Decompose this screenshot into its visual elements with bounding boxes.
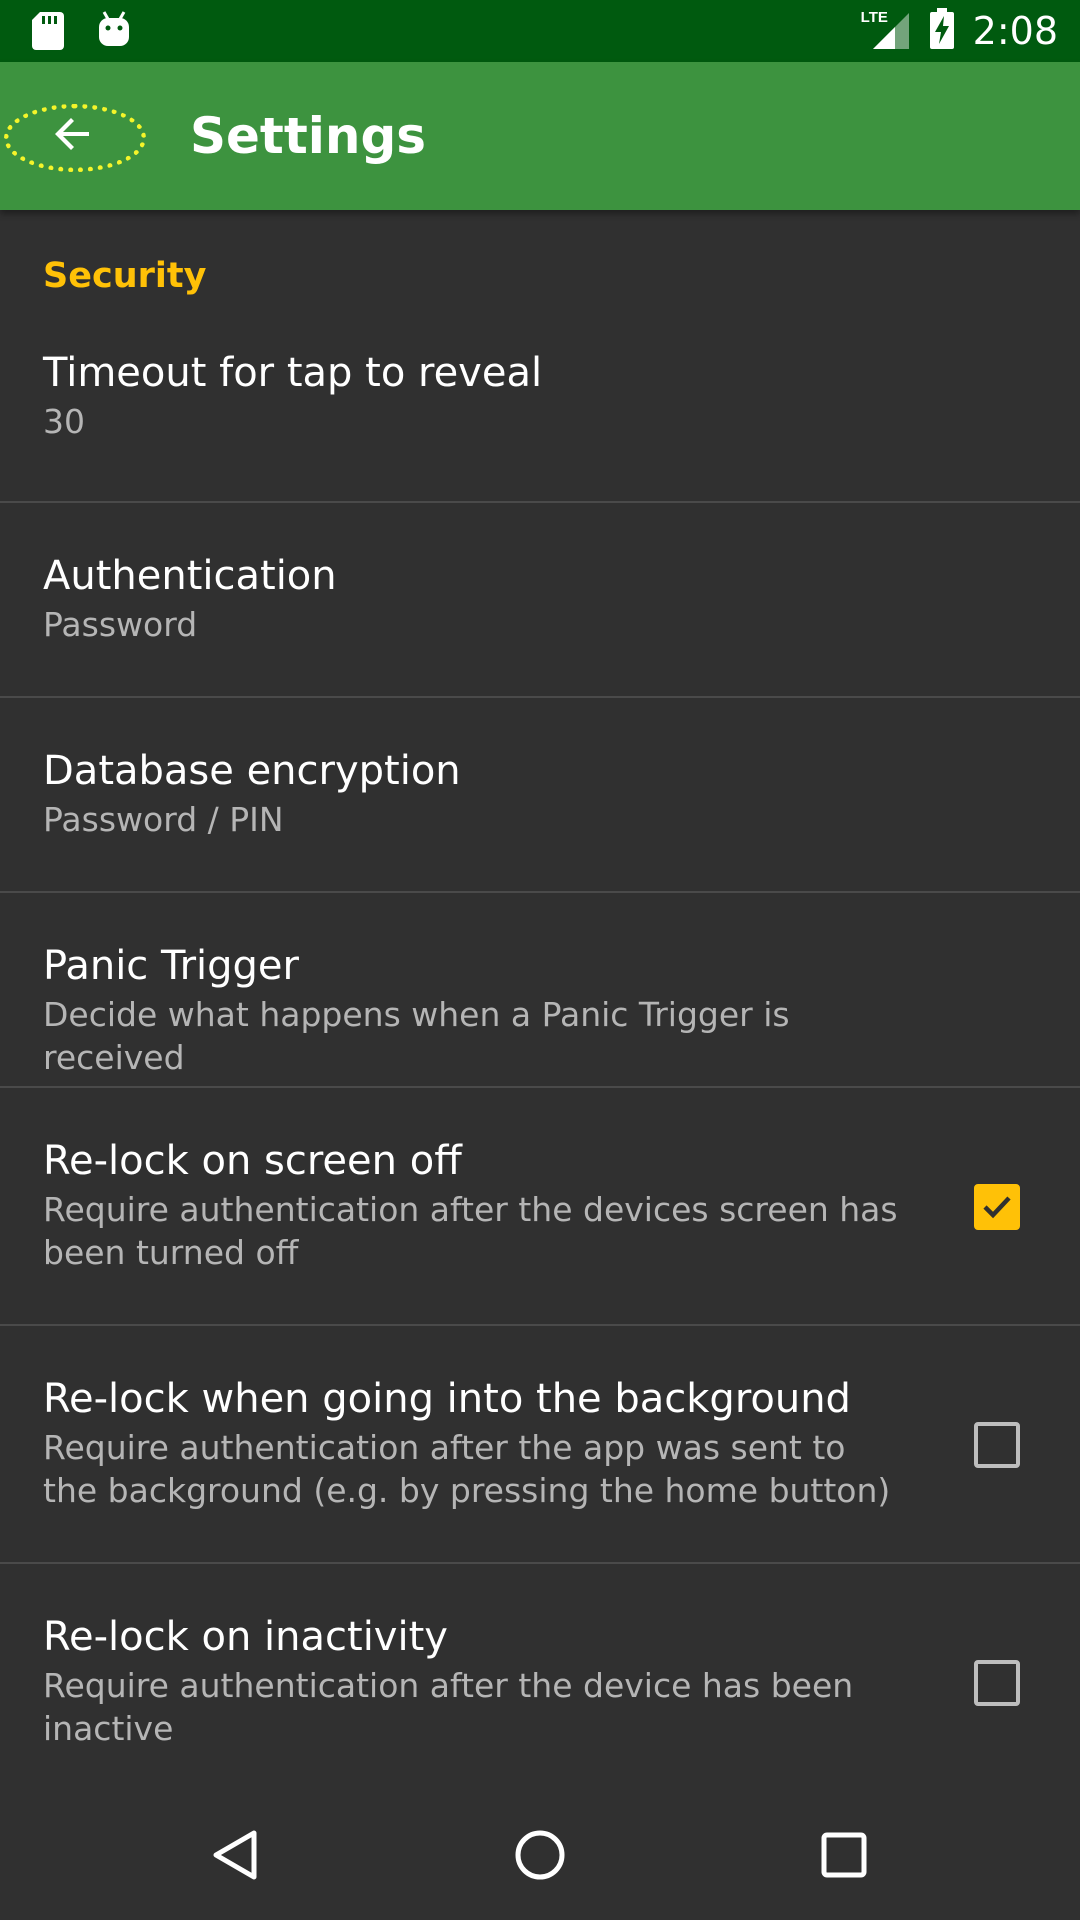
- pref-title: Panic Trigger: [43, 943, 299, 989]
- pref-relock-inactivity[interactable]: Re-lock on inactivity Require authentica…: [0, 1564, 1080, 1802]
- nav-home-button[interactable]: [500, 1815, 580, 1895]
- network-type-label: LTE: [860, 9, 888, 26]
- pref-timeout-tap-to-reveal[interactable]: Timeout for tap to reveal 30: [0, 308, 1080, 503]
- back-button[interactable]: [4, 104, 146, 172]
- pref-summary: Require authentication after the app was…: [43, 1428, 891, 1510]
- navigation-bar: [0, 1790, 1080, 1920]
- pref-relock-screen-off[interactable]: Re-lock on screen off Require authentica…: [0, 1088, 1080, 1326]
- pref-authentication[interactable]: Authentication Password: [0, 503, 1080, 698]
- relock-background-checkbox[interactable]: [974, 1422, 1020, 1468]
- settings-list: Security Timeout for tap to reveal 30 Au…: [0, 210, 1080, 1802]
- pref-relock-background[interactable]: Re-lock when going into the background R…: [0, 1326, 1080, 1564]
- pref-title: Timeout for tap to reveal: [43, 350, 543, 396]
- pref-title: Re-lock when going into the background: [43, 1376, 851, 1422]
- nav-back-button[interactable]: [196, 1815, 276, 1895]
- pref-summary: Decide what happens when a Panic Trigger…: [43, 995, 790, 1077]
- recents-square-icon: [821, 1832, 867, 1878]
- app-bar: Settings: [0, 62, 1080, 210]
- status-bar: LTE 2:08: [0, 0, 1080, 62]
- pref-summary: Password / PIN: [43, 800, 284, 839]
- lte-signal-icon: LTE: [861, 9, 911, 53]
- home-circle-icon: [515, 1830, 565, 1880]
- relock-screen-off-checkbox[interactable]: [974, 1184, 1020, 1230]
- highlight-ring: [4, 104, 146, 172]
- pref-summary: Password: [43, 605, 198, 644]
- pref-database-encryption[interactable]: Database encryption Password / PIN: [0, 698, 1080, 893]
- pref-title: Re-lock on screen off: [43, 1138, 462, 1184]
- pref-summary: 30: [43, 402, 85, 441]
- page-title: Settings: [190, 107, 427, 165]
- back-triangle-icon: [213, 1830, 257, 1880]
- pref-title: Authentication: [43, 553, 337, 599]
- pref-title: Re-lock on inactivity: [43, 1614, 448, 1660]
- pref-title: Database encryption: [43, 748, 461, 794]
- sd-card-icon: [30, 10, 66, 54]
- battery-charging-icon: [929, 8, 955, 54]
- clock: 2:08: [972, 9, 1058, 53]
- nav-recents-button[interactable]: [804, 1815, 884, 1895]
- checkmark-icon: [983, 1196, 1011, 1219]
- pref-summary: Require authentication after the device …: [43, 1666, 854, 1748]
- relock-inactivity-checkbox[interactable]: [974, 1660, 1020, 1706]
- android-icon: [96, 10, 132, 54]
- pref-panic-trigger[interactable]: Panic Trigger Decide what happens when a…: [0, 893, 1080, 1088]
- pref-summary: Require authentication after the devices…: [43, 1190, 898, 1272]
- section-header-security: Security: [43, 256, 207, 296]
